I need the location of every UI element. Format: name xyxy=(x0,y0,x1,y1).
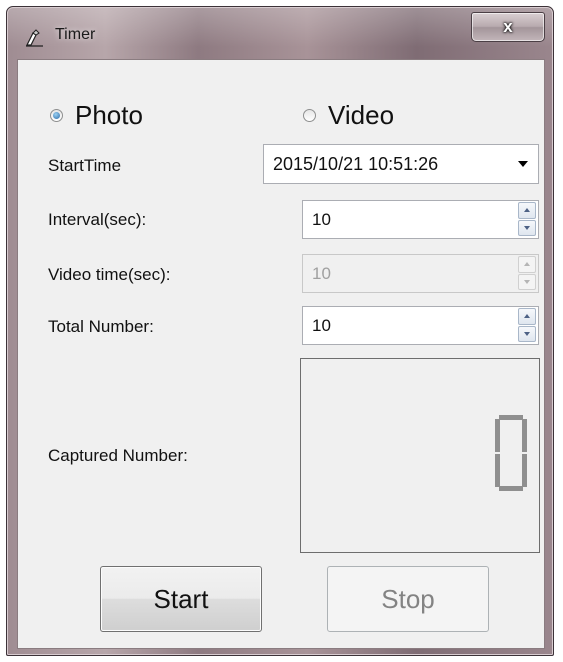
interval-decrement-button[interactable] xyxy=(518,219,536,236)
interval-increment-button[interactable] xyxy=(518,202,536,219)
stop-button-label: Stop xyxy=(381,583,435,614)
total-number-value[interactable]: 10 xyxy=(303,316,518,336)
interval-value[interactable]: 10 xyxy=(303,210,518,230)
total-number-decrement-button[interactable] xyxy=(518,325,536,342)
title-bar[interactable]: Timer x xyxy=(7,7,553,57)
video-time-value: 10 xyxy=(312,263,331,283)
arrow-up-icon xyxy=(524,262,530,267)
total-number-increment-button[interactable] xyxy=(518,308,536,325)
video-radio-option[interactable]: Video xyxy=(303,100,394,131)
lcd-segment-top xyxy=(499,415,523,420)
captured-number-label: Captured Number: xyxy=(48,446,188,465)
interval-label: Interval(sec): xyxy=(48,210,147,229)
lcd-segment-upper-right xyxy=(522,419,527,452)
captured-number-display xyxy=(300,358,540,553)
video-time-decrement-button xyxy=(518,273,536,290)
arrow-down-icon xyxy=(524,225,530,230)
lcd-segment-lower-left xyxy=(495,454,500,487)
lcd-segment-upper-left xyxy=(495,419,500,452)
arrow-up-icon xyxy=(524,314,530,319)
dialog-body: Photo Video StartTime 2015/10/21 10:51:2… xyxy=(17,59,545,649)
close-icon: x xyxy=(503,17,513,36)
start-time-picker[interactable]: 2015/10/21 10:51:26 xyxy=(263,144,539,184)
photo-radio-label: Photo xyxy=(75,100,143,130)
arrow-up-icon xyxy=(524,208,530,213)
timer-window: Timer x Photo Video StartTime 2015/10/21… xyxy=(6,6,554,656)
chevron-down-icon[interactable] xyxy=(518,161,528,167)
stop-button: Stop xyxy=(327,566,489,632)
arrow-down-icon xyxy=(524,331,530,336)
start-time-value: 2015/10/21 10:51:26 xyxy=(273,153,439,174)
photo-radio-button[interactable] xyxy=(50,109,63,122)
total-number-label: Total Number: xyxy=(48,317,154,336)
video-time-label: Video time(sec): xyxy=(48,265,171,284)
interval-stepper[interactable]: 10 xyxy=(302,200,539,239)
lcd-segment-lower-right xyxy=(522,454,527,487)
lcd-segment-bottom xyxy=(499,486,523,491)
close-button[interactable]: x xyxy=(471,12,545,42)
video-radio-label: Video xyxy=(328,100,395,130)
photo-radio-option[interactable]: Photo xyxy=(50,100,143,131)
flashlight-icon xyxy=(26,29,43,47)
start-button-label: Start xyxy=(153,583,209,614)
video-time-stepper: 10 xyxy=(302,254,539,293)
captured-number-digit xyxy=(495,415,527,491)
start-time-label: StartTime xyxy=(48,156,122,175)
window-title: Timer xyxy=(55,26,96,43)
video-radio-button[interactable] xyxy=(303,109,316,122)
video-time-increment-button xyxy=(518,256,536,273)
start-button[interactable]: Start xyxy=(100,566,262,632)
arrow-down-icon xyxy=(524,279,530,284)
total-number-stepper[interactable]: 10 xyxy=(302,306,539,345)
